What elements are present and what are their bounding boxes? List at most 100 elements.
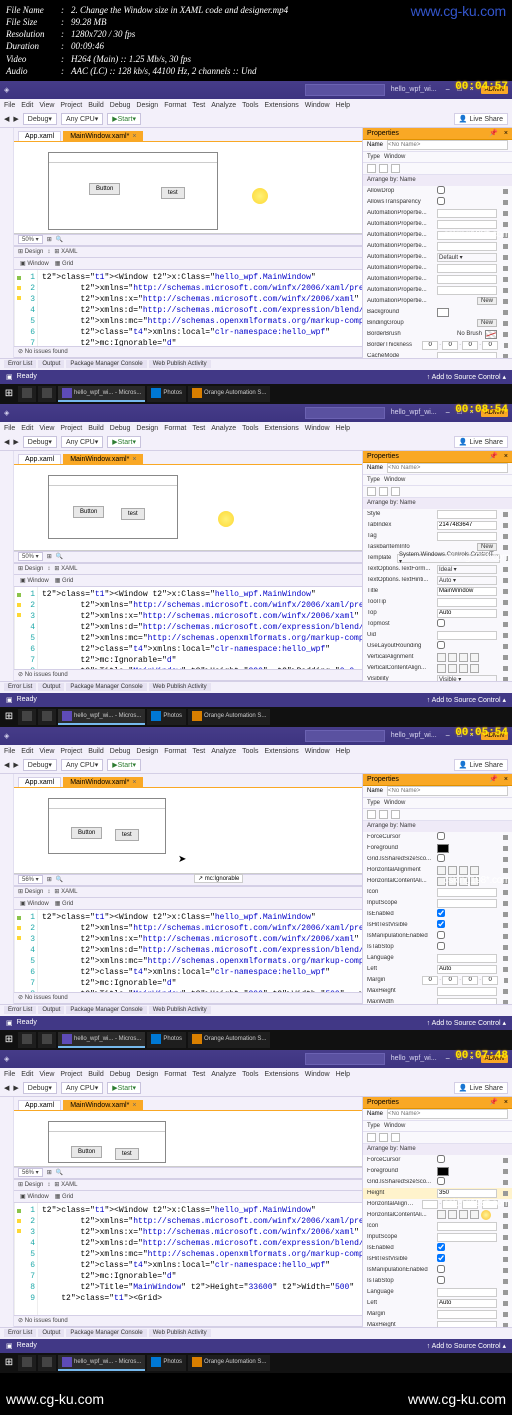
menu-item[interactable]: Tools [242,102,258,109]
menu-item[interactable]: Window [305,425,330,432]
align-buttons[interactable] [437,866,497,875]
prop-checkbox[interactable] [437,619,445,627]
prop-input[interactable] [437,888,497,897]
start-button[interactable]: ▶ Start ▾ [107,113,141,125]
menu-item[interactable]: Debug [110,425,131,432]
tab-close-icon[interactable]: × [132,1102,136,1109]
output-tab[interactable]: Package Manager Console [66,1006,146,1014]
menu-item[interactable]: Format [164,1071,186,1078]
start-button-icon[interactable]: ⊞ [2,1356,16,1370]
prop-marker-icon[interactable] [503,567,508,572]
thickness-input[interactable] [462,976,478,985]
prop-input[interactable] [437,286,497,295]
platform-dropdown[interactable]: Any CPU ▾ [61,759,103,771]
prop-marker-icon[interactable] [503,1158,508,1163]
prop-marker-icon[interactable] [503,1268,508,1273]
task-vs[interactable]: hello_wpf_wi... - Micros... [58,1355,145,1371]
property-grid[interactable]: ForceCursorForegroundGrid.IsSharedSizeSc… [363,832,512,1004]
brush-swatch[interactable] [485,330,497,339]
fwd-icon[interactable]: ▶ [13,438,18,446]
task-orange[interactable]: Orange Automation S... [188,1355,270,1371]
task-vs[interactable]: hello_wpf_wi... - Micros... [58,709,145,725]
prop-marker-icon[interactable] [503,1312,508,1317]
arrange-by[interactable]: Arrange by: Name [363,498,512,509]
code-lines[interactable]: t2">class="t1"><Window t2">x:Class="hell… [38,587,362,669]
zoom-icon[interactable]: 🔍 [56,236,63,243]
start-button-icon[interactable]: ⊞ [2,387,16,401]
props-sort-icon[interactable] [379,487,388,496]
live-share-button[interactable]: 👤 Live Share [454,436,508,448]
design-button[interactable]: Button [73,506,104,518]
output-tab[interactable]: Error List [4,683,36,691]
task-cortana[interactable] [38,1032,56,1048]
thickness-input[interactable] [482,976,498,985]
prop-marker-icon[interactable] [503,934,508,939]
zoom-icon[interactable]: 🔍 [56,553,63,560]
prop-marker-icon[interactable] [503,589,508,594]
left-tool-rail[interactable] [0,128,14,358]
designer-mode-bar[interactable]: ⊞ Design ↕ ⊞ XAML [14,246,362,258]
menu-item[interactable]: File [4,102,15,109]
prop-input[interactable] [437,1222,497,1231]
panel-close-icon[interactable]: × [504,453,508,460]
output-tab[interactable]: Web Publish Activity [149,683,211,691]
zoom-fit-icon[interactable]: ⊞ [47,236,52,243]
prop-input[interactable] [437,954,497,963]
prop-input[interactable] [437,899,497,908]
prop-input[interactable] [437,609,497,618]
platform-dropdown[interactable]: Any CPU ▾ [61,113,103,125]
designer-zoom-bar[interactable]: 56% ▾ ⊞ 🔍 [14,874,362,886]
props-sort-icon[interactable] [379,810,388,819]
task-photos[interactable]: Photos [147,1355,186,1371]
menu-item[interactable]: Extensions [264,748,298,755]
props-sort-icon[interactable] [379,164,388,173]
brush-swatch[interactable] [437,1167,449,1176]
menu-item[interactable]: Design [136,425,158,432]
menu-item[interactable]: Help [336,425,350,432]
live-share-button[interactable]: 👤 Live Share [454,113,508,125]
output-tabs[interactable]: Error ListOutputPackage Manager ConsoleW… [0,358,512,370]
task-photos[interactable]: Photos [147,1032,186,1048]
menu-item[interactable]: View [39,748,54,755]
prop-checkbox[interactable] [437,920,445,928]
zoom-icon[interactable]: 🔍 [56,1169,63,1176]
toolbar[interactable]: ◀ ▶ Debug ▾ Any CPU ▾ ▶ Start ▾ 👤 Live S… [0,435,512,451]
mode-xaml[interactable]: XAML [61,889,77,895]
start-button[interactable]: ▶ Start ▾ [107,436,141,448]
titlebar[interactable]: ◈ hello_wpf_wi... – □ × ADMIN [0,727,512,745]
designer-mode-bar[interactable]: ⊞ Design ↕ ⊞ XAML [14,886,362,898]
pin-icon[interactable]: 📌 [489,452,498,460]
output-tab[interactable]: Web Publish Activity [149,1006,211,1014]
prop-marker-icon[interactable] [504,343,508,348]
prop-marker-icon[interactable] [503,534,508,539]
prop-marker-icon[interactable] [503,189,508,194]
prop-checkbox[interactable] [437,641,445,649]
prop-marker-icon[interactable] [503,989,508,994]
prop-input[interactable] [437,987,497,996]
prop-marker-icon[interactable] [503,1246,508,1251]
prop-marker-icon[interactable] [503,1000,508,1004]
prop-marker-icon[interactable] [503,890,508,895]
prop-marker-icon[interactable] [503,901,508,906]
prop-marker-icon[interactable] [503,1323,508,1327]
task-vs[interactable]: hello_wpf_wi... - Micros... [58,386,145,402]
props-events-icon[interactable] [391,810,400,819]
thickness-input[interactable] [442,976,458,985]
pin-icon[interactable]: 📌 [489,129,498,137]
zoom-fit-icon[interactable]: ⊞ [47,553,52,560]
prop-input[interactable] [437,352,497,358]
prop-marker-icon[interactable] [503,835,508,840]
design-button[interactable]: Button [71,1146,102,1158]
properties-header[interactable]: Properties 📌 × [363,774,512,786]
props-name-input[interactable] [387,786,508,796]
thickness-input[interactable] [442,341,458,350]
menu-item[interactable]: Extensions [264,425,298,432]
prop-marker-icon[interactable] [503,677,508,681]
menu-item[interactable]: Format [164,425,186,432]
prop-checkbox[interactable] [437,909,445,917]
prop-input[interactable] [437,587,497,596]
windows-taskbar[interactable]: ⊞ hello_wpf_wi... - Micros... Photos Ora… [0,1030,512,1050]
props-events-icon[interactable] [391,164,400,173]
prop-marker-icon[interactable] [503,666,508,671]
prop-marker-icon[interactable] [503,912,508,917]
